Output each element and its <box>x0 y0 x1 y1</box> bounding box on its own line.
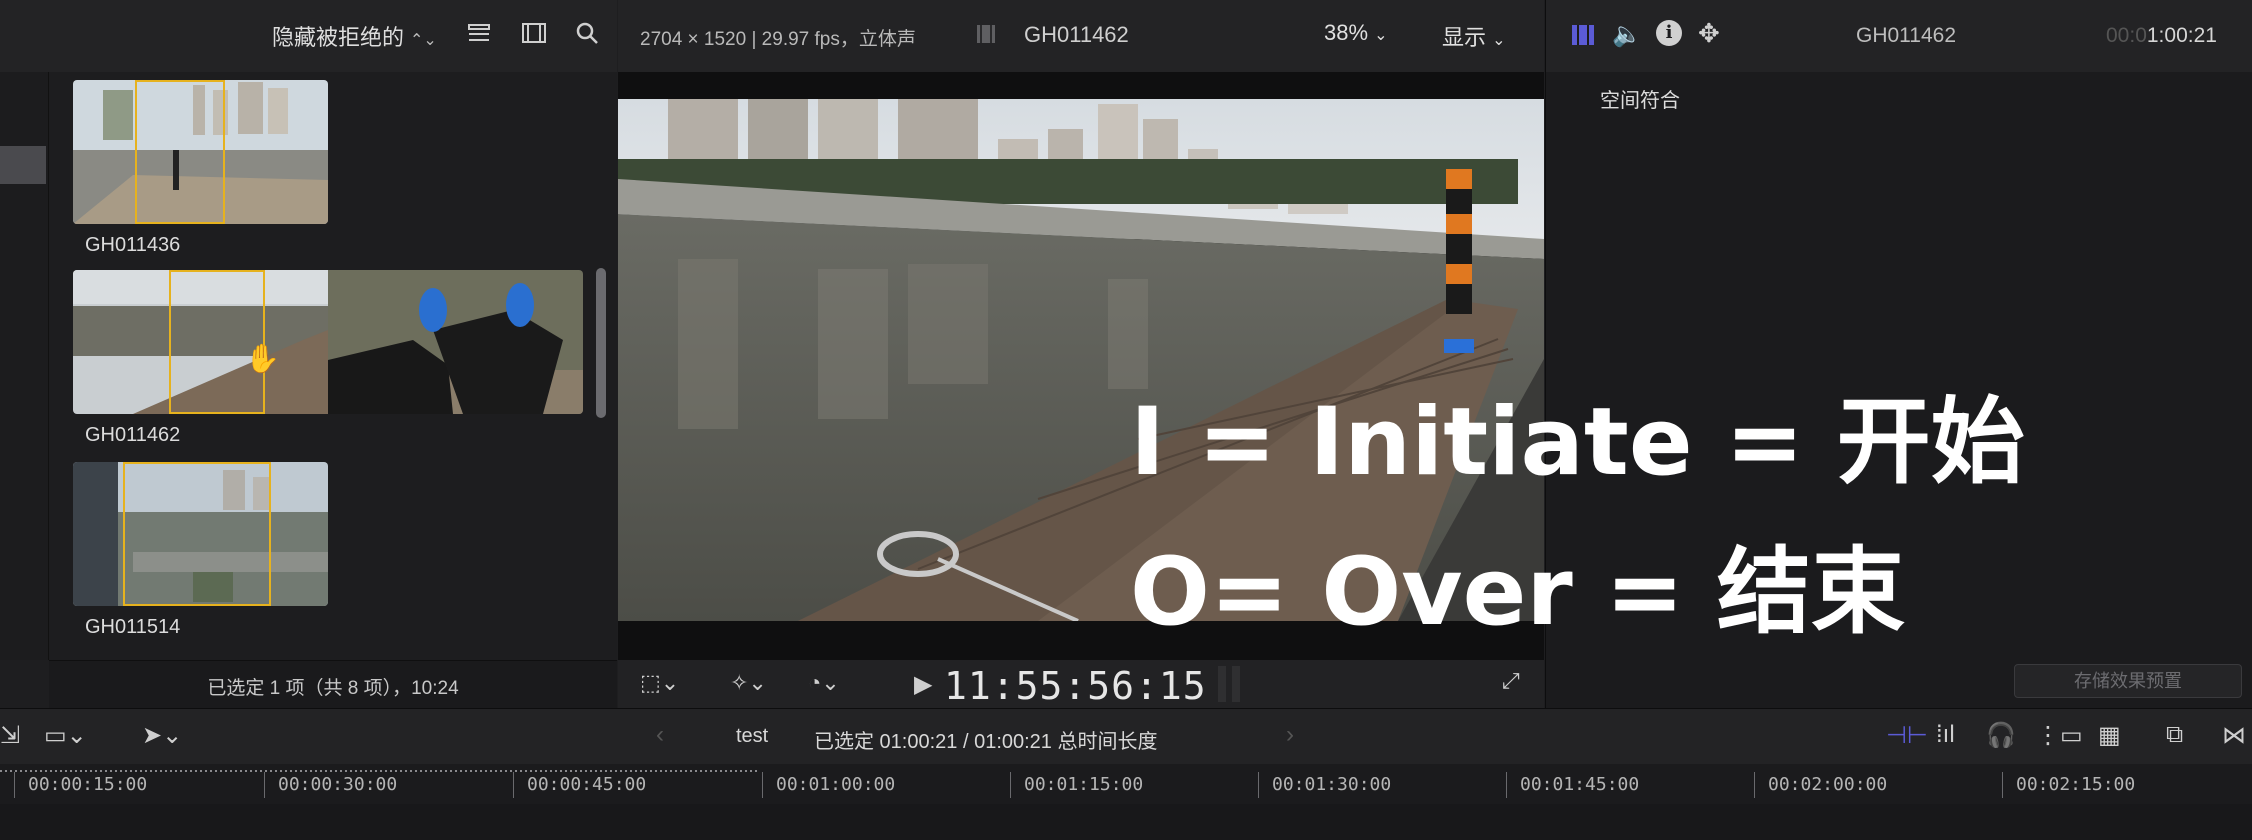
ruler-tick <box>1506 772 1507 798</box>
audio-skimming-icon[interactable]: ⁞ıl <box>1936 721 1955 749</box>
filmstrip-icon[interactable] <box>520 20 548 53</box>
ruler-tick <box>1258 772 1259 798</box>
ruler-label: 00:00:45:00 <box>527 774 647 795</box>
audio-inspector-icon[interactable]: 🔈 <box>1612 20 1642 49</box>
ruler-label: 00:02:15:00 <box>2016 774 2136 795</box>
project-name: test <box>736 725 769 747</box>
snapping-icon[interactable]: ⋮▭ <box>2036 721 2083 750</box>
inspector-clip-name: GH011462 <box>1856 24 1957 47</box>
chevron-down-icon: ⌄ <box>1374 27 1388 44</box>
search-icon[interactable] <box>574 20 600 53</box>
timeline-ruler[interactable]: 00:00:15:00 00:00:30:00 00:00:45:00 00:0… <box>0 764 2252 804</box>
clip-name: GH011514 <box>85 616 181 638</box>
viewer-header: 2704 × 1520 | 29.97 fps，立体声 GH011462 38%… <box>618 0 1544 73</box>
info-icon[interactable]: i <box>1656 20 1682 46</box>
ruler-label: 00:00:30:00 <box>278 774 398 795</box>
duration-status: 已选定 01:00:21 / 01:00:21 总时间长度 <box>814 731 1158 753</box>
hand-cursor-icon: ✋ <box>245 343 280 374</box>
ruler-tick <box>1010 772 1011 798</box>
clip-item-selected[interactable]: ✋ GH011462 <box>73 270 603 460</box>
ruler-label: 00:02:00:00 <box>1768 774 1888 795</box>
fullscreen-icon[interactable]: ⤢ <box>1502 668 1520 694</box>
filter-dropdown[interactable]: 隐藏被拒绝的 ⌃⌄ <box>272 20 437 52</box>
selection-status: 已选定 1 项（共 8 项），10:24 <box>207 678 459 699</box>
timecode-value: 1:00:21 <box>2146 24 2217 47</box>
timecode-leading: 00:0 <box>2106 24 2147 47</box>
overlay-caption-line2: O= Over = 结束 <box>1130 538 1905 647</box>
ruler-tick <box>14 772 15 798</box>
zoom-dropdown[interactable]: 38% ⌄ <box>1324 20 1388 46</box>
crop-icon[interactable]: ⬚⌄ <box>640 670 679 696</box>
video-format-info: 2704 × 1520 | 29.97 fps，立体声 <box>640 29 916 50</box>
clip-filmstrip[interactable]: ✋ <box>73 270 583 414</box>
clip-browser: GH011436 ✋ GH011462 GH011514 <box>49 72 617 660</box>
ruler-tick <box>762 772 763 798</box>
browser-footer: 已选定 1 项（共 8 项），10:24 <box>49 660 617 709</box>
display-label: 显示 <box>1442 25 1487 50</box>
ruler-tick <box>513 772 514 798</box>
select-arrow-icon[interactable]: ➤⌄ <box>142 721 182 750</box>
edit-mode-icon[interactable]: ▭⌄ <box>44 721 87 750</box>
enhance-wand-icon[interactable]: ✧⌄ <box>730 670 767 696</box>
clip-item[interactable]: GH011514 <box>73 462 333 652</box>
clip-thumbnail[interactable] <box>73 80 328 224</box>
browser-scrollbar[interactable] <box>596 268 606 418</box>
ruler-label: 00:00:15:00 <box>28 774 148 795</box>
display-dropdown[interactable]: 显示 ⌄ <box>1442 20 1506 52</box>
ruler-label: 00:01:45:00 <box>1520 774 1640 795</box>
audio-meter <box>1232 666 1240 702</box>
ruler-label: 00:01:00:00 <box>776 774 896 795</box>
selection-range-bar <box>0 770 760 772</box>
video-inspector-icon[interactable] <box>1570 22 1596 53</box>
audio-meter <box>1218 666 1226 702</box>
range-selection[interactable] <box>135 80 225 224</box>
save-effects-preset-button[interactable]: 存储效果预置 <box>2014 664 2242 698</box>
filmstrip-icon[interactable]: ▦ <box>2098 721 2121 750</box>
clip-name: GH011436 <box>85 234 181 256</box>
clip-name: GH011462 <box>85 424 181 446</box>
viewer-footer: ⬚⌄ ✧⌄ ◔⌄ ▶ 11:55:56:15 ⤢ <box>618 660 1544 708</box>
chevron-updown-icon: ⌃⌄ <box>410 32 437 49</box>
spatial-conform-heading: 空间符合 <box>1600 90 1680 112</box>
ruler-label: 00:01:15:00 <box>1024 774 1144 795</box>
ruler-label: 00:01:30:00 <box>1272 774 1392 795</box>
clip-thumbnail[interactable] <box>73 462 328 606</box>
speed-gauge-icon[interactable]: ◔⌄ <box>808 670 840 696</box>
skimming-icon[interactable]: ⊣⊢ <box>1886 721 1928 750</box>
back-arrow-icon[interactable]: ‹ <box>656 721 664 749</box>
inspector-header: 🔈 i ✥ GH011462 00:01:00:21 <box>1546 0 2252 72</box>
filmstrip-icon <box>974 22 998 51</box>
range-selection[interactable] <box>123 462 271 606</box>
sidebar-selected-item[interactable] <box>0 146 46 184</box>
timeline-toolbar: ⇲ ▭⌄ ➤⌄ ‹ test 已选定 01:00:21 / 01:00:21 总… <box>0 708 2252 766</box>
viewer-timecode: 11:55:56:15 <box>944 664 1207 708</box>
clip-item[interactable]: GH011436 <box>73 80 333 270</box>
clip-appearance-icon[interactable]: ⇲ <box>0 721 20 750</box>
viewer-clip-title: GH011462 <box>1024 22 1129 47</box>
ruler-tick <box>264 772 265 798</box>
play-icon[interactable]: ▶ <box>914 670 932 699</box>
browser-header: 隐藏被拒绝的 ⌃⌄ <box>0 0 617 73</box>
forward-arrow-icon[interactable]: › <box>1286 721 1294 749</box>
zoom-value: 38% <box>1324 20 1369 45</box>
transform-icon[interactable]: ✥ <box>1698 18 1720 49</box>
timeline-tracks[interactable] <box>0 804 2252 840</box>
headphones-icon[interactable]: 🎧 <box>1986 721 2016 750</box>
list-view-icon[interactable] <box>466 20 492 53</box>
filter-label: 隐藏被拒绝的 <box>272 25 405 50</box>
ruler-tick <box>1754 772 1755 798</box>
ruler-tick <box>2002 772 2003 798</box>
overlay-caption-line1: I = Initiate = 开始 <box>1130 388 2025 497</box>
inspector-timecode: 00:01:00:21 <box>2106 24 2217 48</box>
window-layout-icon[interactable]: ⧉ <box>2166 721 2183 749</box>
transitions-icon[interactable]: ⋈ <box>2222 721 2246 750</box>
chevron-down-icon: ⌄ <box>1492 32 1506 49</box>
